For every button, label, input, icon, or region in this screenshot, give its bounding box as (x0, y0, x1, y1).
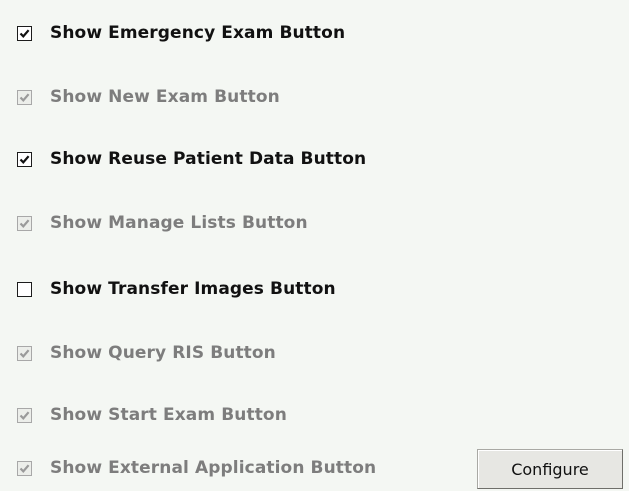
checkbox-label-new-exam: Show New Exam Button (50, 87, 280, 107)
checkbox-external-application[interactable] (17, 460, 32, 476)
checkbox-label-manage-lists: Show Manage Lists Button (50, 213, 308, 233)
checkbox-manage-lists[interactable] (17, 215, 32, 231)
checkbox-label-external-application: Show External Application Button (50, 458, 377, 478)
checkmark-icon (19, 348, 30, 358)
checkbox-label-emergency-exam: Show Emergency Exam Button (50, 23, 346, 43)
checkmark-icon (19, 92, 30, 102)
checkbox-row-emergency-exam[interactable]: Show Emergency Exam Button (17, 22, 345, 44)
checkbox-row-external-application[interactable]: Show External Application Button (17, 457, 376, 479)
checkbox-transfer-images[interactable] (17, 281, 32, 297)
checkbox-emergency-exam[interactable] (17, 25, 32, 41)
button-options-panel: Show Emergency Exam Button Show New Exam… (0, 0, 629, 491)
checkmark-icon (19, 410, 30, 420)
checkbox-row-manage-lists[interactable]: Show Manage Lists Button (17, 212, 308, 234)
checkbox-row-transfer-images[interactable]: Show Transfer Images Button (17, 278, 336, 300)
checkmark-icon (19, 28, 30, 38)
checkbox-row-reuse-patient-data[interactable]: Show Reuse Patient Data Button (17, 148, 366, 170)
checkbox-row-query-ris[interactable]: Show Query RIS Button (17, 342, 276, 364)
checkmark-icon (19, 463, 30, 473)
checkbox-label-transfer-images: Show Transfer Images Button (50, 279, 336, 299)
checkbox-new-exam[interactable] (17, 89, 32, 105)
checkbox-label-query-ris: Show Query RIS Button (50, 343, 276, 363)
checkbox-row-new-exam[interactable]: Show New Exam Button (17, 86, 280, 108)
checkbox-query-ris[interactable] (17, 345, 32, 361)
checkbox-label-start-exam: Show Start Exam Button (50, 405, 287, 425)
checkbox-label-reuse-patient-data: Show Reuse Patient Data Button (50, 149, 367, 169)
configure-button[interactable]: Configure (477, 449, 623, 489)
checkmark-icon (19, 154, 30, 164)
checkbox-row-start-exam[interactable]: Show Start Exam Button (17, 404, 287, 426)
checkbox-reuse-patient-data[interactable] (17, 151, 32, 167)
checkmark-icon (19, 218, 30, 228)
checkbox-start-exam[interactable] (17, 407, 32, 423)
